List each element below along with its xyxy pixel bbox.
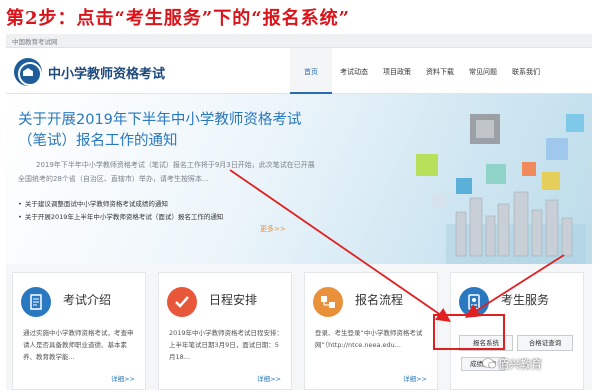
site-header: 中小学教师资格考试 首页 考试动态 项目政策 资料下载 常见问题 联系我们 <box>6 48 592 94</box>
card-title: 日程安排 <box>209 293 258 307</box>
nav-exam-news[interactable]: 考试动态 <box>333 48 375 94</box>
card-schedule[interactable]: 日程安排 2019年中小学教师资格考试日程安排：上半年笔试日期3月9日，面试日期… <box>158 272 292 390</box>
nav-policy[interactable]: 项目政策 <box>376 48 418 94</box>
step-instruction: 第2步：点击“考生服务”下的“报名系统” <box>6 8 350 29</box>
banner-more-link[interactable]: 更多>> <box>260 224 286 234</box>
card-more-link[interactable]: 详细>> <box>257 373 281 383</box>
document-icon <box>21 287 51 317</box>
top-bar: 中国教育考试网 <box>6 34 592 48</box>
service-icon <box>459 287 489 317</box>
card-text: 2019年中小学教师资格考试日程安排：上半年笔试日期3月9日，面试日期：5月18… <box>169 329 284 361</box>
site-name[interactable]: 中小学教师资格考试 <box>48 63 165 82</box>
highlight-box <box>433 314 505 350</box>
certificate-query-button[interactable]: 合格证查询 <box>517 335 573 351</box>
card-title: 考试介绍 <box>63 293 112 307</box>
banner-bullet-link[interactable]: 关于建议调整面试中小学教师资格考试成绩的通知 <box>18 198 338 211</box>
banner-summary: 2019年下半年中小学教师资格考试（笔试）报名工作将于9月3日开始，此次笔试在已… <box>18 161 315 183</box>
cityscape-graphic <box>416 114 586 264</box>
nav-contact[interactable]: 联系我们 <box>505 48 547 94</box>
banner-bullet-link[interactable]: 关于开展2019年上半年中小学教师资格考试（面试）报名工作的通知 <box>18 211 338 224</box>
watermark-text: 佰兴教育 <box>498 358 542 371</box>
card-text: 通过实施中小学教师资格考试，考查申请人是否具备教师职业道德、基本素养、教育教学能… <box>23 329 134 361</box>
nav-faq[interactable]: 常见问题 <box>462 48 504 94</box>
card-title: 考生服务 <box>501 293 550 307</box>
nav-home[interactable]: 首页 <box>290 48 332 94</box>
nav-downloads[interactable]: 资料下载 <box>419 48 461 94</box>
card-exam-intro[interactable]: 考试介绍 通过实施中小学教师资格考试，考查申请人是否具备教师职业道德、基本素养、… <box>12 272 146 390</box>
logo-icon[interactable] <box>14 58 42 86</box>
card-text: 登录、考生登录“中小学教师资格考试网”（http://ntce.neea.edu… <box>315 329 423 349</box>
main-nav: 首页 考试动态 项目政策 资料下载 常见问题 联系我们 <box>290 48 548 94</box>
cityscape-illustration <box>336 94 592 264</box>
check-icon <box>167 287 197 317</box>
banner-headline[interactable]: 关于开展2019年下半年中小学教师资格考试（笔试）报名工作的通知 <box>18 110 318 152</box>
card-registration-process[interactable]: 报名流程 登录、考生登录“中小学教师资格考试网”（http://ntce.nee… <box>304 272 438 390</box>
news-banner: 关于开展2019年下半年中小学教师资格考试（笔试）报名工作的通知 2019年下半… <box>6 94 592 264</box>
card-more-link[interactable]: 详细>> <box>111 373 135 383</box>
wechat-icon <box>482 358 496 369</box>
card-more-link[interactable]: 详细>> <box>403 373 427 383</box>
banner-bullet-list: 关于建议调整面试中小学教师资格考试成绩的通知 关于开展2019年上半年中小学教师… <box>18 198 338 224</box>
top-bar-text[interactable]: 中国教育考试网 <box>12 36 58 46</box>
flow-icon <box>313 287 343 317</box>
card-title: 报名流程 <box>355 293 404 307</box>
